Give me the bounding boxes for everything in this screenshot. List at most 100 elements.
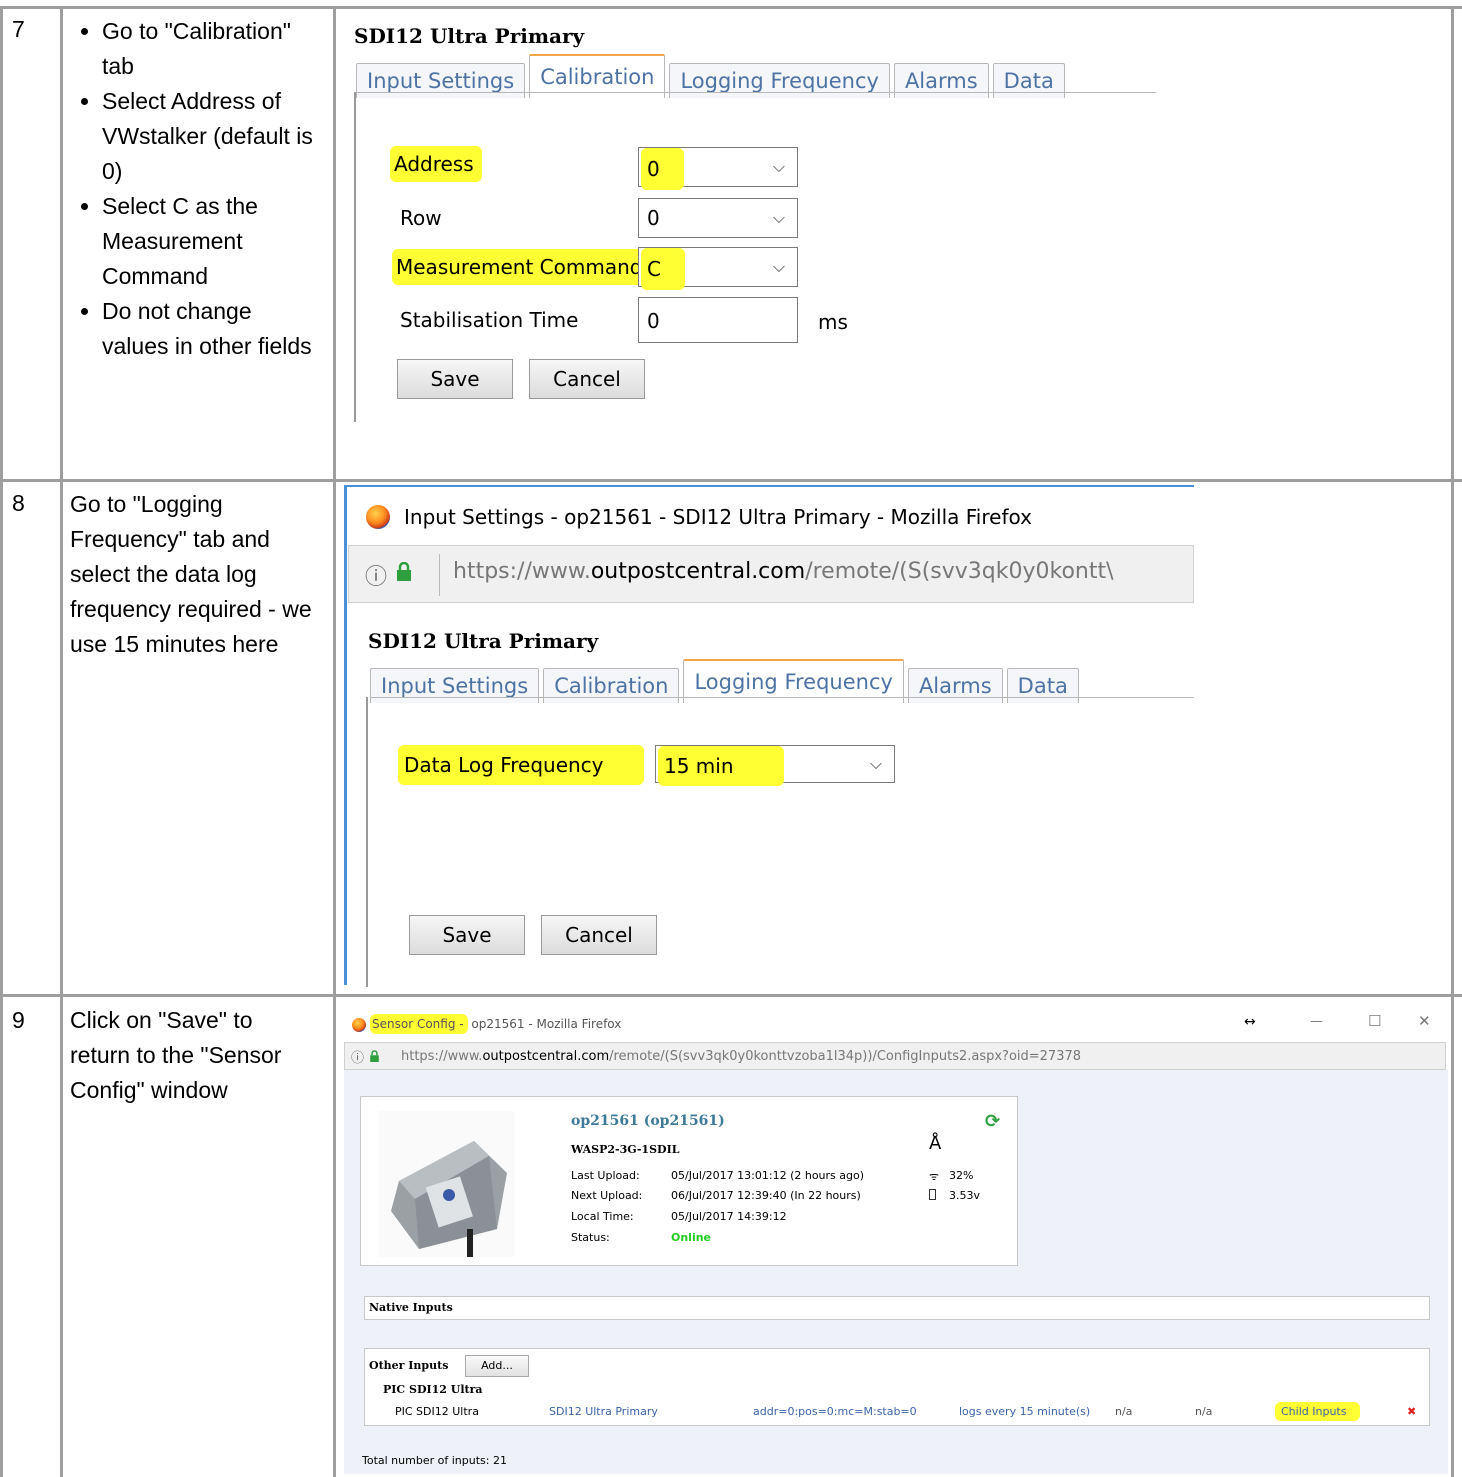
- address-value: 0: [641, 148, 684, 190]
- firefox-icon: [352, 1018, 366, 1032]
- url-path: /remote/(S(svv3qk0y0konttvzoba1l34p))/Co…: [609, 1049, 1082, 1064]
- last-upload-label: Last Upload:: [571, 1169, 640, 1182]
- save-button[interactable]: Save: [397, 359, 513, 399]
- panel-title: SDI12 Ultra Primary: [368, 629, 599, 653]
- input-na-1: n/a: [1115, 1405, 1133, 1418]
- table-border-left: [0, 6, 3, 1477]
- save-button[interactable]: Save: [409, 915, 525, 955]
- measurement-command-select[interactable]: C ⌵: [638, 247, 798, 290]
- input-logs-link[interactable]: logs every 15 minute(s): [959, 1405, 1090, 1418]
- row-value: 0: [647, 206, 660, 230]
- cancel-button[interactable]: Cancel: [529, 359, 645, 399]
- url-text: https://www.outpostcentral.com/remote/(S…: [401, 1049, 1081, 1064]
- step-8-instructions: Go to "Logging Frequency" tab and select…: [70, 491, 312, 657]
- table-divider-col2: [333, 6, 336, 1477]
- signal-value: 32%: [949, 1169, 974, 1182]
- window-title-rest: op21561 - Mozilla Firefox: [467, 1017, 622, 1031]
- stabilisation-time-input[interactable]: 0: [638, 297, 798, 343]
- device-photo: [379, 1111, 515, 1257]
- local-time-value: 05/Jul/2017 14:39:12: [671, 1210, 787, 1223]
- signal-icon: ᯤ: [929, 1170, 940, 1183]
- step-7-bullet: Do not change values in other fields: [102, 294, 322, 364]
- chevron-down-icon: ⌵: [772, 157, 785, 176]
- minimize-icon[interactable]: —: [1310, 1014, 1323, 1029]
- calibration-screenshot: SDI12 Ultra Primary Input Settings Calib…: [340, 12, 1440, 472]
- measurement-command-label: Measurement Command: [392, 249, 651, 285]
- battery-icon: [929, 1189, 936, 1200]
- input-na-2: n/a: [1195, 1405, 1213, 1418]
- panel-left-edge: [366, 697, 368, 987]
- step-7-bullet: Select C as the Measurement Command: [102, 189, 322, 294]
- antenna-icon: Å: [929, 1133, 942, 1154]
- native-inputs-panel: Native Inputs: [364, 1296, 1430, 1320]
- resize-icon[interactable]: ↔: [1244, 1014, 1256, 1030]
- input-type: PIC SDI12 Ultra: [395, 1405, 479, 1418]
- step-7-bullet: Go to "Calibration" tab: [102, 14, 322, 84]
- tab-underline: [370, 697, 1194, 698]
- window-title-highlight: Sensor Config -: [370, 1014, 468, 1034]
- panel-title: SDI12 Ultra Primary: [354, 24, 585, 48]
- address-select[interactable]: 0 ⌵: [638, 147, 798, 190]
- cancel-button[interactable]: Cancel: [541, 915, 657, 955]
- delete-icon[interactable]: ✖: [1407, 1405, 1416, 1418]
- row-select[interactable]: 0 ⌵: [638, 198, 798, 238]
- input-name-link[interactable]: SDI12 Ultra Primary: [549, 1405, 658, 1418]
- refresh-icon[interactable]: ⟳: [985, 1111, 1000, 1132]
- chevron-down-icon: ⌵: [772, 257, 785, 276]
- url-text: https://www.outpostcentral.com/remote/(S…: [453, 559, 1114, 584]
- table-border-top: [0, 6, 1462, 9]
- step-number-9: 9: [12, 1007, 25, 1033]
- input-group-title: PIC SDI12 Ultra: [383, 1383, 483, 1396]
- page-content: op21561 (op21561) ⟳ WASP2-3G-1SDIL Å Las…: [344, 1070, 1448, 1474]
- url-domain: outpostcentral.com: [482, 1049, 610, 1064]
- table-border-right: [1451, 6, 1454, 1477]
- table-border-row1: [0, 479, 1462, 482]
- address-label-text: Address: [390, 146, 482, 182]
- chevron-down-icon: ⌵: [772, 208, 785, 227]
- measurement-command-value: C: [641, 248, 685, 290]
- input-params-link[interactable]: addr=0:pos=0:mc=M:stab=0: [753, 1405, 917, 1418]
- lock-icon: [395, 561, 411, 581]
- total-inputs: Total number of inputs: 21: [362, 1454, 507, 1467]
- child-inputs-link[interactable]: Child Inputs: [1275, 1402, 1361, 1421]
- data-log-frequency-label: Data Log Frequency: [398, 745, 644, 785]
- panel-left-edge: [354, 92, 356, 422]
- data-log-frequency-label-text: Data Log Frequency: [398, 745, 644, 785]
- other-inputs-panel: Other Inputs Add... PIC SDI12 Ultra PIC …: [364, 1348, 1430, 1426]
- url-bar[interactable]: ⓘ https://www.outpostcentral.com/remote/…: [348, 545, 1194, 603]
- window-top-edge: [344, 485, 1194, 487]
- next-upload-value: 06/Jul/2017 12:39:40 (In 22 hours): [671, 1189, 861, 1202]
- maximize-icon[interactable]: ☐: [1368, 1012, 1381, 1030]
- lock-icon: [369, 1048, 380, 1067]
- logging-frequency-screenshot: Input Settings - op21561 - SDI12 Ultra P…: [340, 485, 1200, 987]
- url-path: /remote/(S(svv3qk0y0kontt\: [805, 559, 1114, 584]
- stabilisation-time-label: Stabilisation Time: [400, 308, 579, 332]
- url-domain: outpostcentral.com: [590, 559, 806, 584]
- step-7-instructions: Go to "Calibration" tab Select Address o…: [70, 14, 322, 364]
- add-input-button[interactable]: Add...: [465, 1355, 529, 1377]
- last-upload-value: 05/Jul/2017 13:01:12 (2 hours ago): [671, 1169, 865, 1182]
- device-name-link[interactable]: op21561 (op21561): [571, 1113, 725, 1129]
- device-card: op21561 (op21561) ⟳ WASP2-3G-1SDIL Å Las…: [360, 1096, 1018, 1266]
- url-prefix: https://www.: [453, 559, 591, 584]
- native-inputs-title: Native Inputs: [369, 1301, 453, 1314]
- url-bar[interactable]: ⓘ https://www.outpostcentral.com/remote/…: [344, 1042, 1446, 1070]
- firefox-icon: [366, 505, 390, 529]
- table-row: PIC SDI12 Ultra SDI12 Ultra Primary addr…: [365, 1402, 1429, 1421]
- other-inputs-title: Other Inputs: [369, 1359, 449, 1372]
- window-left-edge: [344, 485, 347, 985]
- step-7-bullet: Select Address of VWstalker (default is …: [102, 84, 322, 189]
- stabilisation-time-value: 0: [647, 309, 660, 333]
- step-number-8: 8: [12, 490, 25, 516]
- info-icon: ⓘ: [351, 1051, 365, 1066]
- status-label: Status:: [571, 1231, 610, 1244]
- info-icon: ⓘ: [365, 565, 388, 590]
- step-9-instructions: Click on "Save" to return to the "Sensor…: [70, 1007, 282, 1103]
- device-model: WASP2-3G-1SDIL: [571, 1143, 680, 1156]
- status-value: Online: [671, 1231, 712, 1244]
- sensor-config-screenshot: Sensor Config - op21561 - Mozilla Firefo…: [340, 1002, 1450, 1474]
- close-icon[interactable]: ✕: [1418, 1012, 1431, 1030]
- data-log-frequency-select[interactable]: 15 min ⌵: [655, 745, 895, 786]
- next-upload-label: Next Upload:: [571, 1189, 643, 1202]
- data-log-frequency-value: 15 min: [658, 746, 784, 786]
